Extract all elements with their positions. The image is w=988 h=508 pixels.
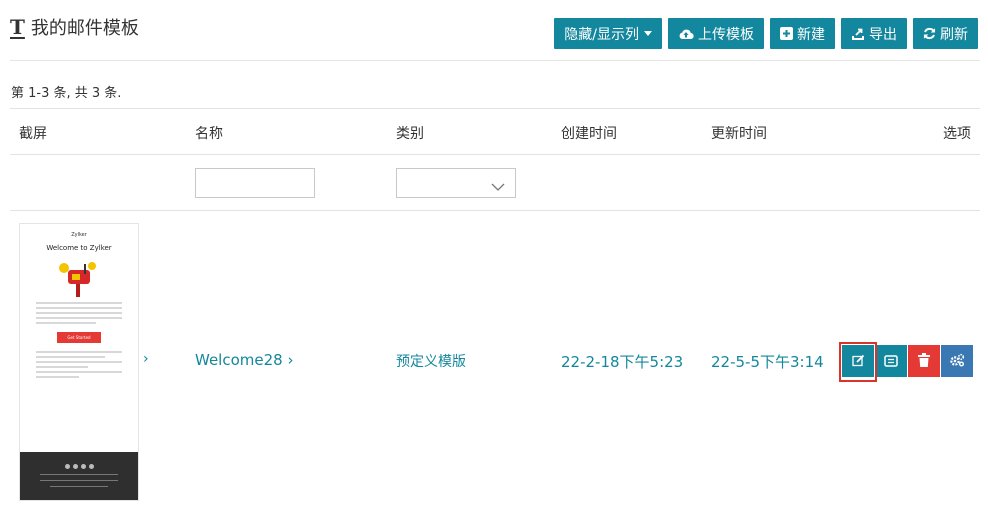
- caret-down-icon: [644, 31, 652, 36]
- row-actions: [842, 345, 973, 377]
- thumbnail-footer: [20, 452, 138, 500]
- thumbnail-body-text-2: [36, 351, 122, 378]
- thumbnail-brand: Zylker: [71, 232, 87, 238]
- template-name-link[interactable]: Welcome28 ›: [195, 351, 293, 369]
- edit-icon: [851, 352, 865, 371]
- mailbox-illustration: [54, 258, 104, 298]
- header-row-border: [10, 154, 980, 155]
- new-template-button[interactable]: 新建: [770, 18, 835, 49]
- settings-icon: [949, 352, 965, 371]
- export-button[interactable]: 导出: [841, 18, 907, 49]
- column-header-screenshot[interactable]: 截屏: [19, 123, 47, 143]
- export-icon: [851, 27, 865, 41]
- export-label: 导出: [869, 26, 897, 43]
- refresh-icon: [923, 27, 936, 40]
- thumbnail-cta: Get Started: [57, 332, 101, 343]
- chevron-down-icon: [491, 177, 505, 196]
- template-created-time: 22-2-18下午5:23: [561, 353, 684, 371]
- settings-button[interactable]: [941, 345, 973, 377]
- pagination-summary: 第 1-3 条, 共 3 条.: [11, 86, 122, 101]
- plus-square-icon: [780, 27, 793, 40]
- edit-button[interactable]: [842, 345, 874, 377]
- column-header-name[interactable]: 名称: [195, 123, 223, 143]
- column-header-updated[interactable]: 更新时间: [711, 123, 767, 143]
- toggle-columns-label: 隐藏/显示列: [564, 26, 639, 43]
- cloud-upload-icon: [678, 28, 694, 40]
- refresh-label: 刷新: [940, 26, 968, 43]
- upload-template-label: 上传模板: [698, 26, 754, 43]
- template-type: 预定义模版: [396, 354, 466, 370]
- expand-row-caret-icon[interactable]: ›: [143, 351, 149, 367]
- delete-button[interactable]: [908, 345, 940, 377]
- table-top-border: [10, 108, 980, 109]
- new-template-label: 新建: [797, 26, 825, 43]
- column-header-options: 选项: [943, 126, 971, 142]
- refresh-button[interactable]: 刷新: [913, 18, 978, 49]
- header-divider: [10, 60, 980, 61]
- page-title-text: 我的邮件模板: [30, 18, 139, 39]
- column-header-created[interactable]: 创建时间: [561, 123, 617, 143]
- upload-template-button[interactable]: 上传模板: [668, 18, 764, 49]
- text-format-icon: T: [10, 15, 25, 39]
- template-updated-time: 22-5-5下午3:14: [711, 353, 824, 371]
- preview-button[interactable]: [875, 345, 907, 377]
- page-title: T 我的邮件模板: [10, 14, 139, 40]
- thumbnail-heading: Welcome to Zylker: [46, 244, 112, 252]
- filter-row-border: [10, 210, 980, 211]
- template-thumbnail[interactable]: Zylker Welcome to Zylker Get Started: [19, 223, 139, 501]
- preview-icon: [884, 352, 898, 371]
- page-header: T 我的邮件模板 隐藏/显示列 上传模板 新建 导出 刷新: [10, 14, 980, 60]
- toggle-columns-button[interactable]: 隐藏/显示列: [554, 18, 662, 49]
- name-filter-input[interactable]: [195, 168, 315, 198]
- thumbnail-body-text: [36, 302, 122, 324]
- column-header-type[interactable]: 类别: [396, 123, 424, 143]
- trash-icon: [918, 352, 930, 371]
- type-filter-select[interactable]: [396, 168, 516, 198]
- toolbar: 隐藏/显示列 上传模板 新建 导出 刷新: [554, 18, 978, 49]
